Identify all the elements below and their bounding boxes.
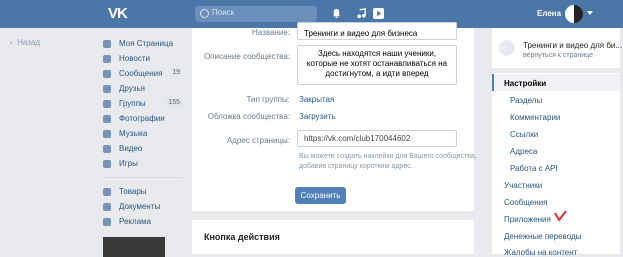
bell-icon[interactable]	[331, 8, 342, 19]
sidebar-item-label: Игры	[119, 159, 138, 168]
menu-item-members[interactable]: Участники	[504, 181, 542, 190]
save-button[interactable]: Сохранить	[295, 187, 346, 204]
sidebar-item-label: Друзья	[119, 84, 145, 93]
messages-count-badge: 19	[169, 68, 183, 77]
video-icon	[103, 144, 111, 153]
name-label: Название:	[252, 28, 290, 37]
search-input[interactable]: Поиск	[195, 6, 317, 22]
ads-icon	[103, 217, 111, 226]
menu-item-api[interactable]: Работа с API	[510, 164, 558, 173]
documents-icon	[103, 202, 111, 211]
address-label: Адрес страницы:	[226, 136, 290, 145]
description-label: Описание сообщества:	[203, 52, 290, 61]
group-name[interactable]: Тренинги и видео для би...	[523, 41, 622, 50]
sidebar-item-music[interactable]: Музыка	[103, 126, 183, 141]
sidebar-item-label: Товары	[119, 187, 147, 196]
sidebar-item-label: Реклама	[119, 217, 152, 226]
vk-logo[interactable]: VK	[108, 5, 128, 22]
groups-icon	[103, 99, 111, 108]
music-icon	[103, 129, 111, 138]
sidebar-item-label: Группы	[119, 99, 146, 108]
sidebar-item-friends[interactable]: Друзья	[103, 81, 183, 96]
menu-item-content-reports[interactable]: Жалобы на контент	[504, 248, 577, 257]
sidebar-item-news[interactable]: Новости	[103, 51, 183, 66]
cover-upload-link[interactable]: Загрузить	[299, 112, 336, 121]
menu-item-addresses[interactable]: Адреса	[510, 147, 537, 156]
name-field[interactable]: Тренинги и видео для бизнеса	[297, 22, 457, 40]
menu-item-sections[interactable]: Разделы	[510, 96, 542, 105]
sidebar-item-my-page[interactable]: Моя Страница	[103, 36, 183, 51]
menu-item-apps[interactable]: Приложения	[504, 215, 551, 224]
friends-icon	[103, 84, 111, 93]
sidebar-item-groups[interactable]: Группы 155	[103, 96, 183, 111]
left-sidebar: Моя Страница Новости Сообщения 19 Друзья …	[103, 36, 183, 229]
sidebar-item-ads[interactable]: Реклама	[103, 214, 183, 229]
sidebar-item-goods[interactable]: Товары	[103, 184, 183, 199]
user-name[interactable]: Елена	[537, 9, 561, 18]
menu-item-links[interactable]: Ссылки	[510, 130, 538, 139]
sidebar-item-label: Фотографии	[119, 114, 165, 123]
address-field[interactable]: https://vk.com/club170044602	[297, 130, 457, 147]
avatar[interactable]	[565, 5, 583, 23]
chevron-down-icon[interactable]	[587, 11, 593, 15]
group-avatar-icon	[499, 40, 515, 56]
checkmark-icon	[554, 210, 567, 222]
search-placeholder: Поиск	[212, 8, 235, 17]
goods-icon	[103, 187, 111, 196]
sidebar-item-video[interactable]: Видео	[103, 141, 183, 156]
play-icon[interactable]	[373, 8, 384, 19]
sidebar-item-photos[interactable]: Фотографии	[103, 111, 183, 126]
games-icon	[103, 159, 111, 168]
messages-icon	[103, 69, 111, 78]
cover-label: Обложка сообщества:	[207, 112, 290, 121]
music-note-icon[interactable]	[356, 8, 367, 19]
back-label: Назад	[17, 38, 41, 47]
sidebar-item-label: Моя Страница	[119, 39, 174, 48]
video-thumbnail[interactable]	[103, 237, 165, 257]
sidebar-item-label: Сообщения	[119, 69, 163, 78]
address-hint: Вы можете создать наклейки для Вашего со…	[299, 153, 477, 170]
back-to-page-link[interactable]: вернуться к странице	[523, 52, 593, 59]
menu-item-settings[interactable]: Настройки	[504, 79, 546, 88]
news-icon	[103, 54, 111, 63]
sidebar-divider	[103, 177, 183, 178]
sidebar-item-label: Музыка	[119, 129, 148, 138]
photos-icon	[103, 114, 111, 123]
sidebar-item-label: Документы	[119, 202, 161, 211]
search-icon	[200, 9, 209, 18]
sidebar-item-label: Новости	[119, 54, 150, 63]
sidebar-item-games[interactable]: Игры	[103, 156, 183, 171]
sidebar-item-documents[interactable]: Документы	[103, 199, 183, 214]
sidebar-item-label: Видео	[119, 144, 143, 153]
groups-count-badge: 155	[165, 98, 183, 107]
group-type-value[interactable]: Закрытая	[299, 95, 334, 104]
action-button-title: Кнопка действия	[204, 232, 280, 242]
back-link[interactable]: ‹ Назад	[10, 38, 40, 47]
menu-item-money-transfers[interactable]: Денежные переводы	[504, 232, 581, 241]
home-icon	[103, 39, 111, 48]
group-type-label: Тип группы:	[246, 95, 290, 104]
sidebar-item-messages[interactable]: Сообщения 19	[103, 66, 183, 81]
menu-item-messages[interactable]: Сообщения	[504, 198, 547, 207]
menu-item-comments[interactable]: Комментарии	[510, 113, 560, 122]
description-field[interactable]: Здесь находятся наши ученики, которые не…	[297, 45, 457, 85]
